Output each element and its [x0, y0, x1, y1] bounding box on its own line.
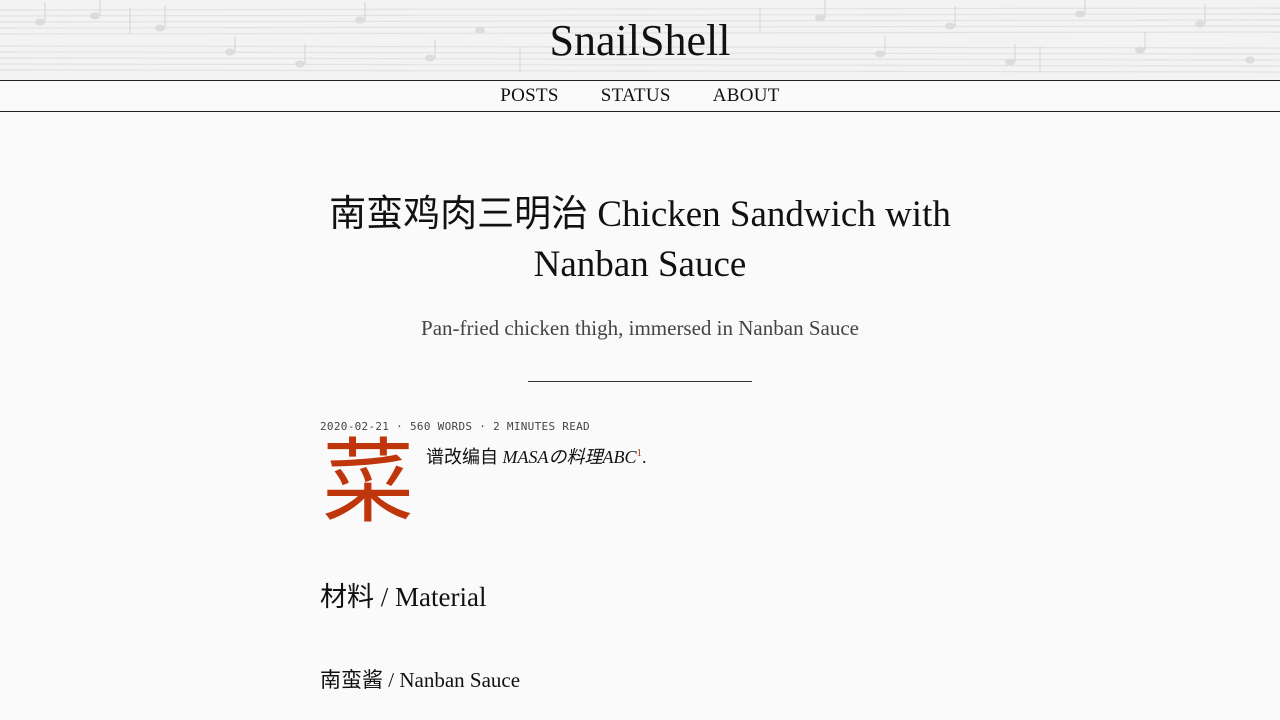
post-content: 南蛮鸡肉三明治 Chicken Sandwich with Nanban Sau…	[300, 190, 980, 694]
main-nav: POSTS STATUS ABOUT	[0, 80, 1280, 112]
post-title: 南蛮鸡肉三明治 Chicken Sandwich with Nanban Sau…	[329, 194, 951, 285]
nav-item-about[interactable]: ABOUT	[713, 85, 780, 107]
subsection-heading-nanban-sauce: 南蛮酱 / Nanban Sauce	[320, 668, 521, 692]
intro-text: 谱改编自 MASAの料理ABC1.	[426, 443, 646, 469]
intro-prefix: 谱改编自	[426, 447, 503, 467]
site-title-link[interactable]: SnailShell	[490, 14, 790, 68]
section-heading-material: 材料 / Material	[320, 582, 487, 612]
intro-suffix: .	[641, 447, 647, 467]
intro-source: MASAの料理ABC	[502, 447, 637, 467]
title-divider	[528, 381, 752, 382]
drop-cap: 菜	[322, 429, 415, 536]
nav-item-status[interactable]: STATUS	[601, 85, 671, 107]
intro-paragraph: 菜 谱改编自 MASAの料理ABC1.	[300, 433, 980, 537]
post-subtitle: Pan-fried chicken thigh, immersed in Nan…	[421, 316, 859, 340]
nav-item-posts[interactable]: POSTS	[500, 85, 559, 107]
site-header-banner: SnailShell	[0, 0, 1280, 80]
